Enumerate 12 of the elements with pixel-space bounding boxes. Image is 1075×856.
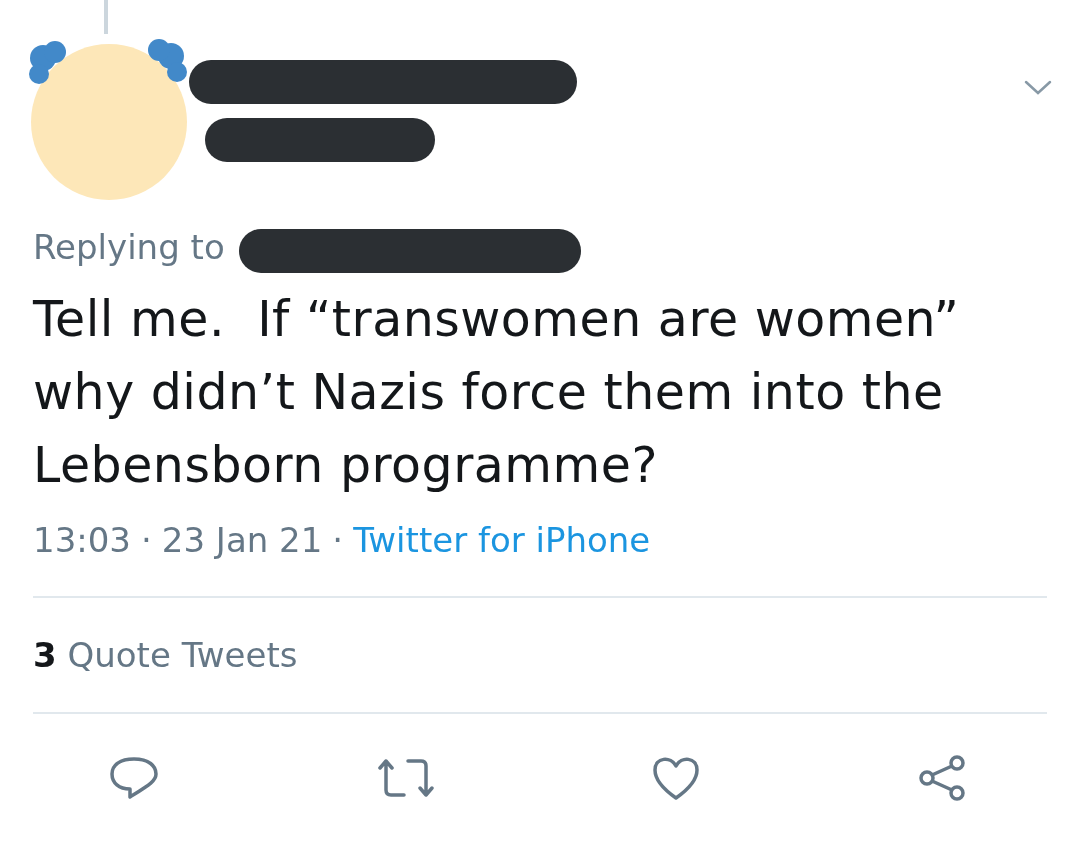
tweet-date: 23 Jan 21 <box>161 520 323 560</box>
chevron-down-icon[interactable] <box>1024 80 1052 96</box>
separator-dot: · <box>332 520 344 560</box>
replying-to-label: Replying to <box>33 227 225 267</box>
heart-icon[interactable] <box>652 755 701 801</box>
retweet-icon[interactable] <box>375 756 436 800</box>
tweet-time: 13:03 <box>33 520 131 560</box>
separator-dot: · <box>141 520 152 560</box>
reply-icon[interactable] <box>109 755 159 801</box>
quote-tweets-link[interactable]: 3 Quote Tweets <box>33 635 298 675</box>
share-icon[interactable] <box>916 754 967 802</box>
tweet-text: Tell me. If “transwomen are women” why didn’t Nazis force them into the Lebensborn programme? <box>33 290 961 496</box>
